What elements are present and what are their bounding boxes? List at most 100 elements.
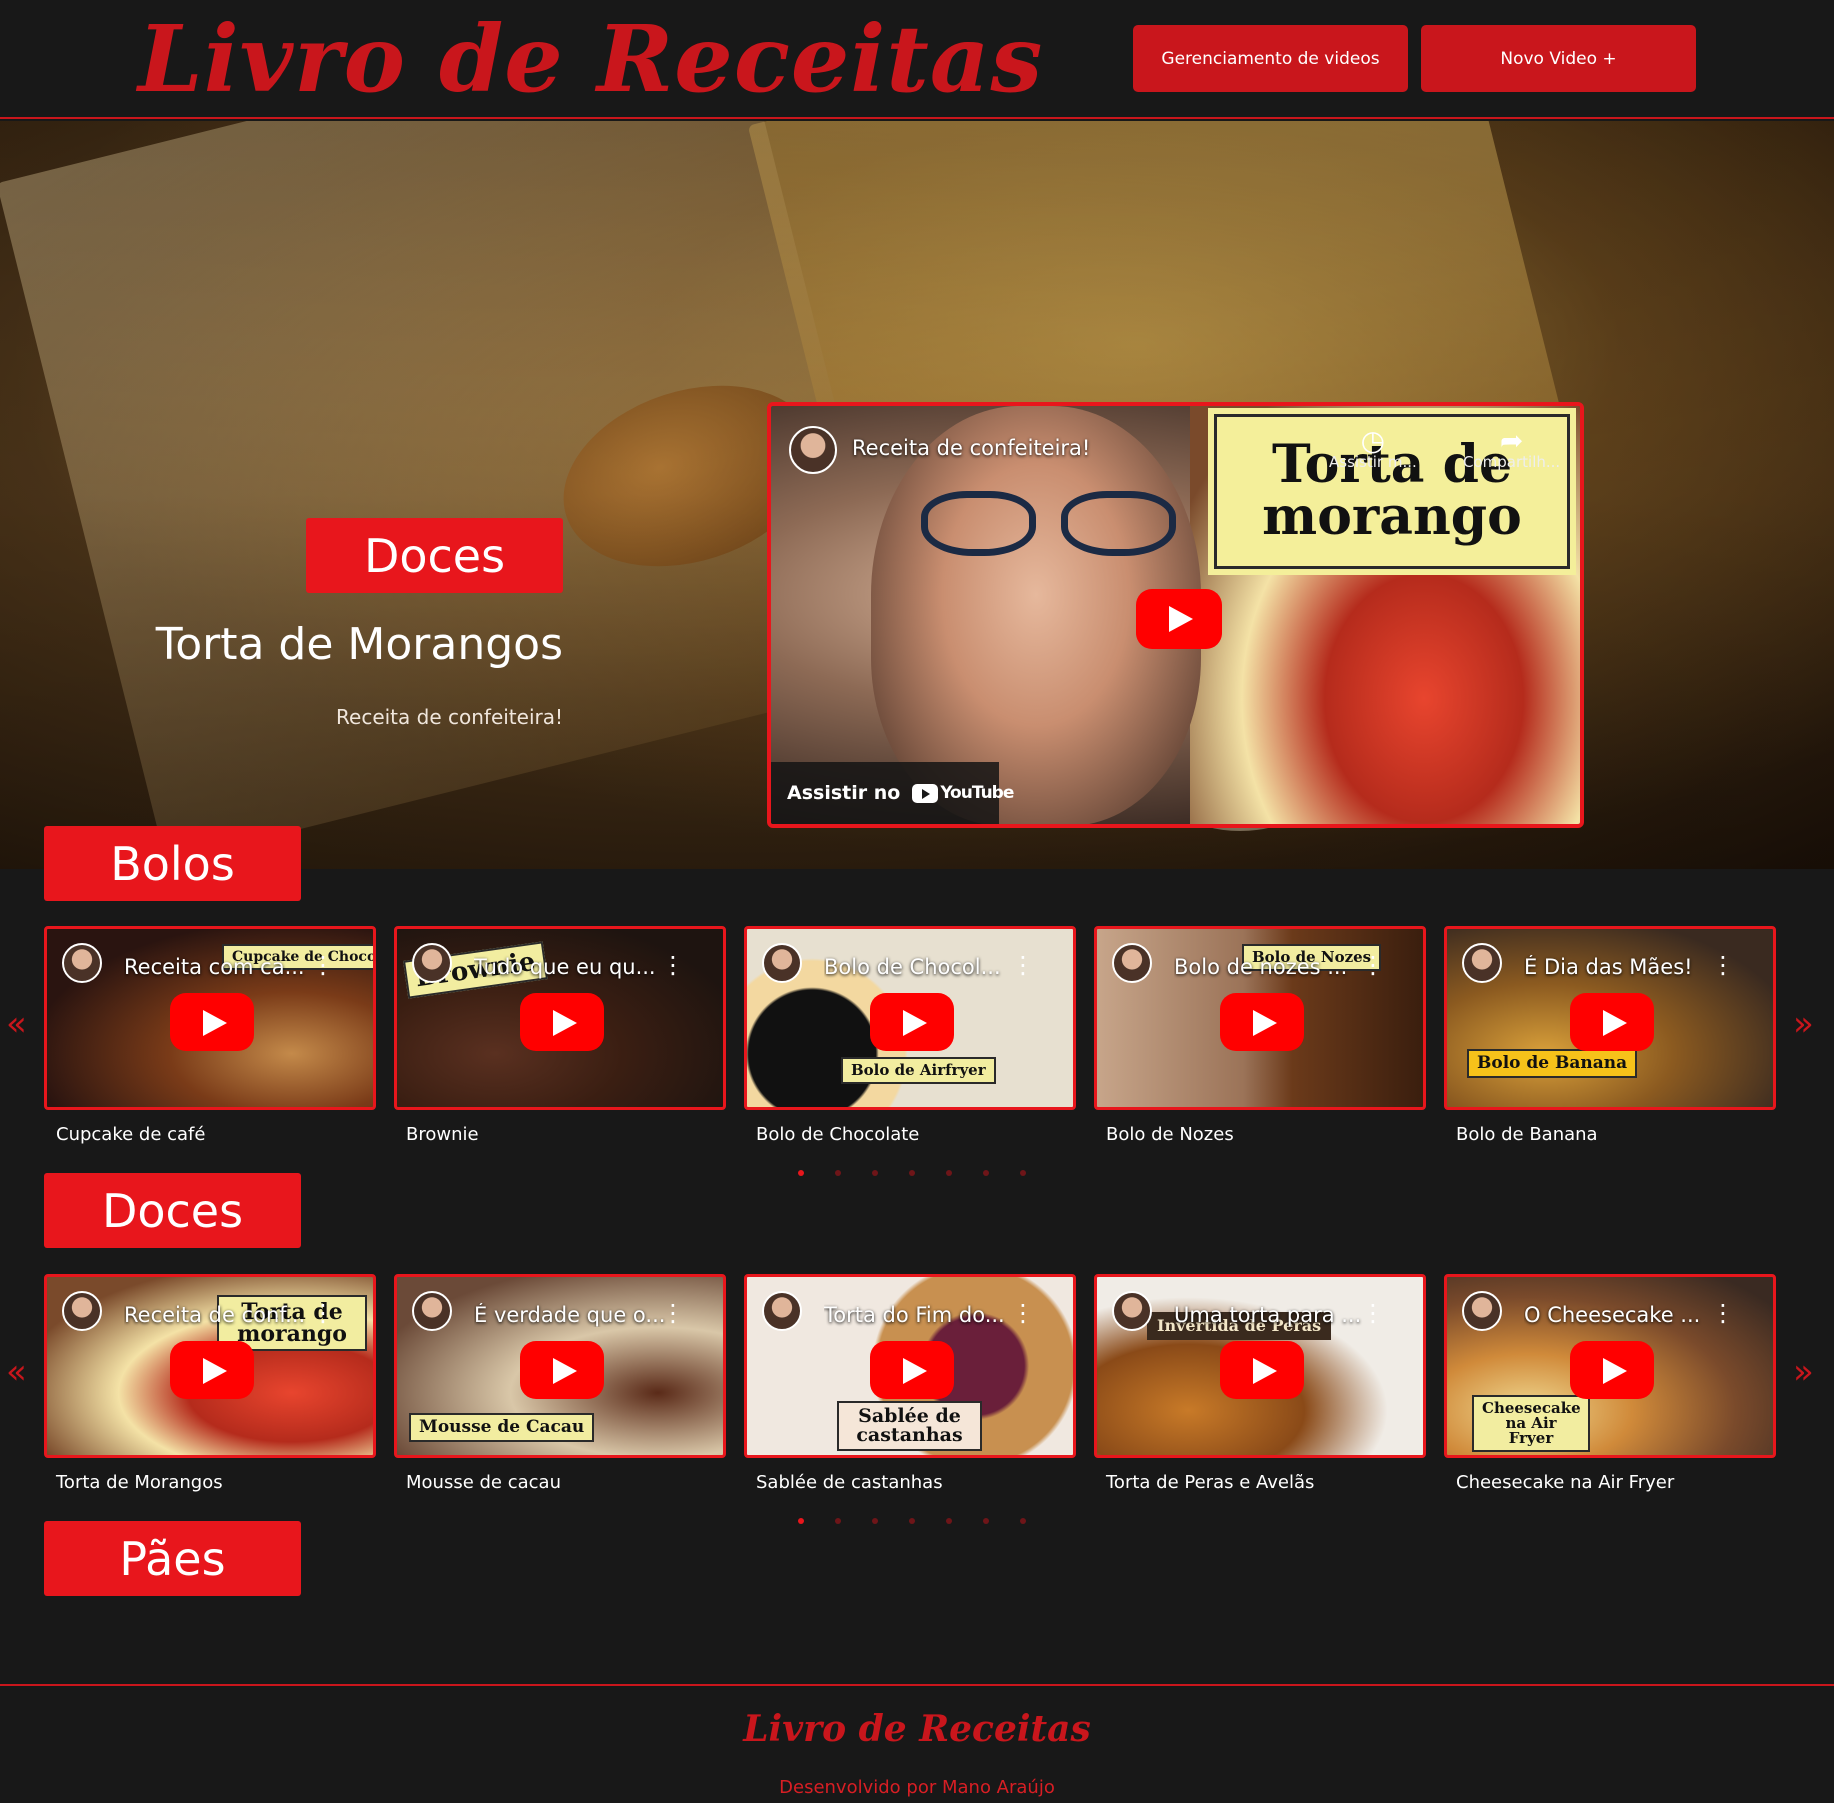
watch-on-youtube-link[interactable]: Assistir no YouTube xyxy=(771,762,1014,824)
video-card[interactable]: Torta de morango Receita de conf... ⋮ To… xyxy=(44,1274,376,1493)
play-icon[interactable] xyxy=(1570,1341,1654,1399)
pagination-dot[interactable] xyxy=(909,1518,915,1524)
footer-logo: Livro de Receitas xyxy=(743,1708,1091,1750)
channel-avatar[interactable] xyxy=(1112,943,1152,983)
pagination-dot[interactable] xyxy=(1020,1170,1026,1176)
channel-avatar[interactable] xyxy=(412,943,452,983)
video-card[interactable]: Bolo de Nozes Bolo de nozes ... ⋮ Bolo d… xyxy=(1094,926,1426,1145)
video-title: O Cheesecake ... xyxy=(1524,1303,1701,1327)
channel-avatar[interactable] xyxy=(1462,1291,1502,1331)
new-video-button[interactable]: Novo Video + xyxy=(1421,25,1696,92)
more-vert-icon[interactable]: ⋮ xyxy=(311,1299,335,1327)
more-vert-icon[interactable]: ⋮ xyxy=(1011,951,1035,979)
video-card[interactable]: Bolo de Airfryer Bolo de Chocol... ⋮ Bol… xyxy=(744,926,1076,1145)
pagination-dot[interactable] xyxy=(983,1170,989,1176)
pagination-dot[interactable] xyxy=(983,1518,989,1524)
video-thumbnail[interactable]: Bolo de Airfryer Bolo de Chocol... ⋮ xyxy=(744,926,1076,1110)
chevron-right-icon[interactable]: » xyxy=(1793,1004,1814,1044)
chevron-right-icon[interactable]: » xyxy=(1793,1352,1814,1392)
pagination-dot[interactable] xyxy=(1020,1518,1026,1524)
play-icon[interactable] xyxy=(870,993,954,1051)
channel-avatar[interactable] xyxy=(1462,943,1502,983)
video-thumbnail[interactable]: Brownie Tudo que eu qu... ⋮ xyxy=(394,926,726,1110)
video-caption[interactable]: Torta de Peras e Avelãs xyxy=(1094,1472,1426,1493)
channel-avatar[interactable] xyxy=(789,426,837,474)
video-thumbnail[interactable]: Sablée de castanhas Torta do Fim do... ⋮ xyxy=(744,1274,1076,1458)
video-caption[interactable]: Cheesecake na Air Fryer xyxy=(1444,1472,1776,1493)
chevron-left-icon[interactable]: « xyxy=(6,1004,27,1044)
pagination-dot[interactable] xyxy=(872,1170,878,1176)
more-vert-icon[interactable]: ⋮ xyxy=(661,951,685,979)
video-card[interactable]: Cupcake de Chocolate Receita com ca... ⋮… xyxy=(44,926,376,1145)
play-icon[interactable] xyxy=(1570,993,1654,1051)
thumbnail-overlay-label: Cheesecake na Air Fryer xyxy=(1472,1395,1590,1452)
more-vert-icon[interactable]: ⋮ xyxy=(1711,1299,1735,1327)
video-title: Bolo de Chocol... xyxy=(824,955,1001,979)
pagination-dot[interactable] xyxy=(798,1170,804,1176)
play-icon[interactable] xyxy=(870,1341,954,1399)
play-icon[interactable] xyxy=(1220,993,1304,1051)
more-vert-icon[interactable]: ⋮ xyxy=(1011,1299,1035,1327)
chevron-left-icon[interactable]: « xyxy=(6,1352,27,1392)
channel-avatar[interactable] xyxy=(762,943,802,983)
channel-avatar[interactable] xyxy=(412,1291,452,1331)
video-thumbnail[interactable]: Cheesecake na Air Fryer O Cheesecake ...… xyxy=(1444,1274,1776,1458)
thumbnail-overlay-label: Bolo de Banana xyxy=(1467,1049,1638,1078)
video-caption[interactable]: Sablée de castanhas xyxy=(744,1472,1076,1493)
hero-title: Torta de Morangos xyxy=(155,619,563,670)
site-logo[interactable]: Livro de Receitas xyxy=(138,4,1043,114)
video-caption[interactable]: Brownie xyxy=(394,1124,726,1145)
video-caption[interactable]: Bolo de Chocolate xyxy=(744,1124,1076,1145)
video-thumbnail[interactable]: Invertida de Peras Uma torta para ... ⋮ xyxy=(1094,1274,1426,1458)
channel-avatar[interactable] xyxy=(62,943,102,983)
pagination-dot[interactable] xyxy=(946,1518,952,1524)
more-vert-icon[interactable]: ⋮ xyxy=(1361,951,1385,979)
video-card[interactable]: Sablée de castanhas Torta do Fim do... ⋮… xyxy=(744,1274,1076,1493)
video-title: Receita de conf... xyxy=(124,1303,306,1327)
play-icon[interactable] xyxy=(1136,589,1222,649)
pagination-dot[interactable] xyxy=(946,1170,952,1176)
video-card[interactable]: Mousse de Cacau É verdade que o... ⋮ Mou… xyxy=(394,1274,726,1493)
more-vert-icon[interactable]: ⋮ xyxy=(1361,1299,1385,1327)
thumbnail-overlay-label: Mousse de Cacau xyxy=(409,1413,595,1442)
hero-category-badge: Doces xyxy=(306,518,563,593)
play-icon[interactable] xyxy=(170,1341,254,1399)
channel-avatar[interactable] xyxy=(62,1291,102,1331)
pagination-dot[interactable] xyxy=(798,1518,804,1524)
video-caption[interactable]: Torta de Morangos xyxy=(44,1472,376,1493)
video-card[interactable]: Bolo de Banana É Dia das Mães! ⋮ Bolo de… xyxy=(1444,926,1776,1145)
play-icon[interactable] xyxy=(170,993,254,1051)
play-icon[interactable] xyxy=(520,993,604,1051)
video-caption[interactable]: Cupcake de café xyxy=(44,1124,376,1145)
video-thumbnail[interactable]: Bolo de Banana É Dia das Mães! ⋮ xyxy=(1444,926,1776,1110)
video-caption[interactable]: Mousse de cacau xyxy=(394,1472,726,1493)
watch-later-label: Assistir m... xyxy=(1329,453,1417,471)
play-icon[interactable] xyxy=(1220,1341,1304,1399)
video-card[interactable]: Cheesecake na Air Fryer O Cheesecake ...… xyxy=(1444,1274,1776,1493)
video-card[interactable]: Brownie Tudo que eu qu... ⋮ Brownie xyxy=(394,926,726,1145)
channel-avatar[interactable] xyxy=(1112,1291,1152,1331)
pagination-dot[interactable] xyxy=(872,1518,878,1524)
video-thumbnail[interactable]: Cupcake de Chocolate Receita com ca... ⋮ xyxy=(44,926,376,1110)
video-thumbnail[interactable]: Bolo de Nozes Bolo de nozes ... ⋮ xyxy=(1094,926,1426,1110)
video-management-button[interactable]: Gerenciamento de videos xyxy=(1133,25,1408,92)
video-card[interactable]: Invertida de Peras Uma torta para ... ⋮ … xyxy=(1094,1274,1426,1493)
more-vert-icon[interactable]: ⋮ xyxy=(311,951,335,979)
channel-avatar[interactable] xyxy=(762,1291,802,1331)
pagination-dot[interactable] xyxy=(835,1518,841,1524)
video-thumbnail[interactable]: Mousse de Cacau É verdade que o... ⋮ xyxy=(394,1274,726,1458)
video-caption[interactable]: Bolo de Banana xyxy=(1444,1124,1776,1145)
share-button[interactable]: ➦ Compartilh... xyxy=(1463,424,1560,471)
carousel-doces: Torta de morango Receita de conf... ⋮ To… xyxy=(44,1274,1776,1493)
video-caption[interactable]: Bolo de Nozes xyxy=(1094,1124,1426,1145)
hero-video-player[interactable]: Torta de morango Receita de confeiteira!… xyxy=(767,402,1584,828)
more-vert-icon[interactable]: ⋮ xyxy=(1711,951,1735,979)
video-title[interactable]: Receita de confeiteira! xyxy=(852,436,1090,460)
video-thumbnail[interactable]: Torta de morango Receita de conf... ⋮ xyxy=(44,1274,376,1458)
more-vert-icon[interactable]: ⋮ xyxy=(661,1299,685,1327)
watch-later-button[interactable]: ◷ Assistir m... xyxy=(1329,424,1417,471)
play-icon[interactable] xyxy=(520,1341,604,1399)
pagination-dot[interactable] xyxy=(909,1170,915,1176)
pagination-dot[interactable] xyxy=(835,1170,841,1176)
site-header: Livro de Receitas Gerenciamento de video… xyxy=(0,0,1834,119)
